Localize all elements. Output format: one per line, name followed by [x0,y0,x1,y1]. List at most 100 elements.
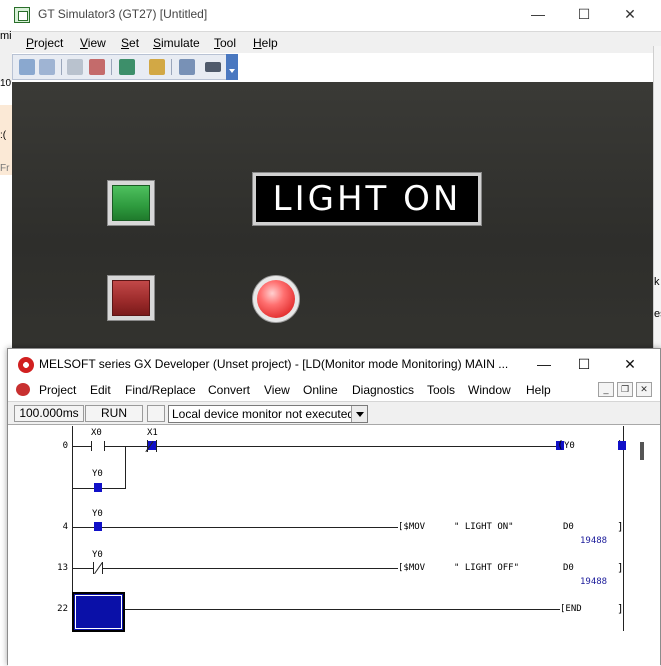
gx-menu-convert[interactable]: Convert [208,383,250,397]
gt-menu-set[interactable]: Set [121,36,139,50]
instruction-close-bracket: ] [617,520,624,533]
gx-developer-window: MELSOFT series GX Developer (Unset proje… [7,348,661,666]
end-instruction[interactable]: [END [560,604,582,614]
gx-menu-view[interactable]: View [264,383,290,397]
menu-label-rest: elp [261,36,278,50]
rung-wire [72,527,398,528]
edge-text: mi [0,30,12,42]
mov-instruction[interactable]: [$MOV [398,563,425,573]
gx-menu-diagnostics[interactable]: Diagnostics [352,383,414,397]
scan-time-indicator: 100.000ms [14,405,84,422]
gt-minimize-button[interactable]: — [528,4,548,24]
rung-wire [72,446,560,447]
gt-maximize-button[interactable]: ☐ [574,4,594,24]
ladder-cursor[interactable] [72,592,125,632]
chevron-down-icon[interactable] [351,406,367,422]
contact-label-x0: X0 [91,428,102,438]
gt-menu-project[interactable]: Project [26,36,63,50]
gx-window-title: MELSOFT series GX Developer (Unset proje… [39,357,509,371]
rung-wire [72,568,398,569]
mov-destination: D0 [563,522,574,532]
step-number: 0 [62,441,68,451]
mov-destination: D0 [563,563,574,573]
gx-menu-project[interactable]: Project [39,383,76,397]
gt-menu-view[interactable]: View [80,36,106,50]
coil-end-marker [618,441,626,450]
toolbar-separator [171,59,172,75]
gt-menubar: Project View Set Simulate Tool Help [12,31,661,53]
gt-menu-tool[interactable]: Tool [214,36,236,50]
menu-label-rest: et [129,36,140,50]
coil-open-paren: ( [557,438,564,451]
mov-instruction[interactable]: [$MOV [398,522,425,532]
save-icon[interactable] [39,59,55,75]
status-blank-cell [147,405,165,422]
monitor-status-dropdown[interactable]: Local device monitor not executed [168,405,368,423]
gx-menu-online[interactable]: Online [303,383,338,397]
gt-simulator-window: GT Simulator3 (GT27) [Untitled] — ☐ ✕ mi… [0,0,661,350]
gx-menu-tools[interactable]: Tools [427,383,455,397]
step-number: 4 [62,522,68,532]
gt-close-button[interactable]: ✕ [620,4,640,24]
gx-status-bar: 100.000ms RUN Local device monitor not e… [8,401,660,425]
ladder-editor[interactable]: 0 X0 X1 ( Y0 ) Y0 4 Y0 [$MOV " LIGHT ON"… [8,426,660,666]
edge-text: 10 [0,78,12,89]
contact-label-x1: X1 [147,428,158,438]
branch-contact-y0[interactable] [94,483,102,492]
monitor-status-text: Local device monitor not executed [172,407,355,421]
vertical-scroll-thumb[interactable] [640,442,644,460]
gx-maximize-button[interactable]: ☐ [574,354,594,374]
monitor-icon[interactable] [119,59,135,75]
gt-simulator-app-icon [14,7,30,23]
mdi-minimize-button[interactable]: _ [598,382,614,397]
open-icon[interactable] [19,59,35,75]
branch-wire-left [72,446,73,488]
green-start-button[interactable] [107,180,155,226]
red-button-face [112,280,150,316]
gx-titlebar[interactable]: MELSOFT series GX Developer (Unset proje… [8,349,660,379]
coil-label-y0[interactable]: Y0 [564,441,575,451]
mdi-child-icon[interactable] [16,383,30,396]
mdi-restore-button[interactable]: ❐ [617,382,633,397]
background-window-right-edge: k es [653,46,661,350]
gx-menu-find-replace[interactable]: Find/Replace [125,383,196,397]
lamp-face [257,280,295,318]
run-state-indicator: RUN [85,405,143,422]
mdi-close-button[interactable]: ✕ [636,382,652,397]
gt-window-title: GT Simulator3 (GT27) [Untitled] [38,7,208,21]
gx-minimize-button[interactable]: — [534,354,554,374]
toolbar-separator [61,59,62,75]
gx-close-button[interactable]: ✕ [620,354,640,374]
stop-icon[interactable] [89,59,105,75]
device-icon[interactable] [67,59,83,75]
background-window-edge-orange: :( Fr [0,105,12,175]
keyboard-icon[interactable] [205,62,221,72]
melsoft-app-icon [18,357,34,373]
rung-wire [72,609,560,610]
menu-label-rest: imulate [161,36,200,50]
toolbar-overflow-chevron-icon[interactable] [226,54,238,80]
no-contact-x0[interactable] [91,441,105,451]
gx-menu-edit[interactable]: Edit [90,383,111,397]
gt-menu-help[interactable]: Help [253,36,278,50]
edge-text: Fr [0,163,10,174]
gx-menu-help[interactable]: Help [526,383,551,397]
end-close-bracket: ] [617,602,624,615]
gx-menubar: Project Edit Find/Replace Convert View O… [8,379,660,401]
mov-operand: " LIGHT ON" [454,522,514,532]
red-stop-button[interactable] [107,275,155,321]
gx-menu-window[interactable]: Window [468,383,511,397]
contact-y0-on-state[interactable] [94,522,102,531]
step-number: 13 [57,563,68,573]
text-display: LIGHT ON [252,172,482,226]
monitor-value-d0: 19488 [580,536,608,546]
edit-icon[interactable] [179,59,195,75]
gt-titlebar[interactable]: GT Simulator3 (GT27) [Untitled] — ☐ ✕ [0,0,661,30]
edge-text: es [654,308,661,320]
gt-menu-simulate[interactable]: Simulate [153,36,200,50]
step-number: 22 [57,604,68,614]
menu-label-rest: iew [87,36,106,50]
connect-icon[interactable] [149,59,165,75]
mov-operand: " LIGHT OFF" [454,563,520,573]
edge-text: k [654,276,660,288]
